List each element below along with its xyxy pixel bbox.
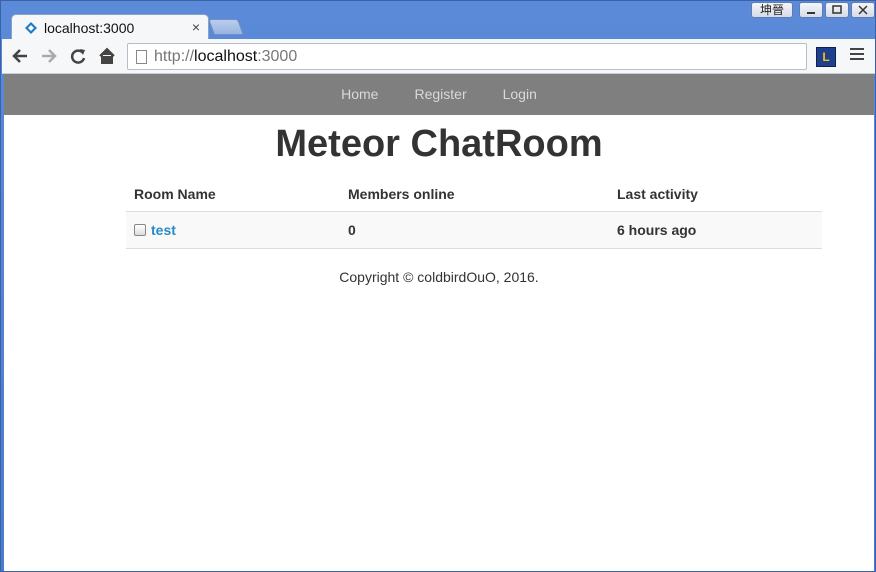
nav-register-link[interactable]: Register — [396, 74, 484, 115]
url-host: localhost — [194, 48, 258, 65]
back-arrow-icon[interactable] — [10, 46, 30, 66]
last-activity-cell: 6 hours ago — [617, 222, 697, 238]
site-navbar: Home Register Login — [4, 74, 874, 115]
nav-home-link[interactable]: Home — [323, 74, 396, 115]
hamburger-menu-icon[interactable] — [850, 48, 864, 62]
browser-toolbar: http://localhost:3000 L — [2, 39, 875, 74]
nav-login-link[interactable]: Login — [485, 74, 555, 115]
close-icon — [858, 5, 868, 15]
address-bar[interactable]: http://localhost:3000 — [127, 43, 807, 70]
url-text: http://localhost:3000 — [154, 48, 297, 66]
table-row: test 0 6 hours ago — [126, 212, 822, 249]
tab-title: localhost:3000 — [44, 20, 135, 36]
browser-window: 坤晉 localhost:3000 × http://localhost:300… — [0, 0, 876, 572]
table-header: Room Name Members online Last activity — [126, 176, 822, 212]
maximize-button[interactable] — [825, 2, 849, 18]
page-viewport: Home Register Login Meteor ChatRoom Room… — [4, 74, 874, 571]
tab-close-icon[interactable]: × — [192, 19, 200, 35]
minimize-icon — [807, 12, 815, 14]
forward-arrow-icon[interactable] — [39, 46, 59, 66]
url-port: :3000 — [257, 48, 298, 65]
header-room-name: Room Name — [134, 185, 216, 202]
room-link[interactable]: test — [151, 222, 176, 238]
reload-icon[interactable] — [68, 46, 88, 66]
extension-icon[interactable]: L — [816, 47, 836, 67]
rooms-table: Room Name Members online Last activity t… — [126, 176, 822, 249]
home-icon[interactable] — [97, 46, 117, 66]
copyright-footer: Copyright © coldbirdOuO, 2016. — [339, 269, 539, 285]
room-name-cell: test — [126, 222, 340, 238]
maximize-icon — [832, 5, 842, 14]
header-last-activity: Last activity — [617, 185, 698, 202]
browser-tab[interactable]: localhost:3000 × — [11, 14, 209, 40]
room-checkbox[interactable] — [134, 224, 146, 236]
minimize-button[interactable] — [799, 2, 823, 18]
url-scheme: http:// — [154, 48, 195, 65]
meteor-favicon-icon — [25, 22, 37, 34]
members-online-cell: 0 — [348, 222, 356, 238]
header-members-online: Members online — [348, 185, 455, 202]
page-icon — [136, 50, 147, 64]
page-title: Meteor ChatRoom — [275, 123, 603, 165]
close-window-button[interactable] — [851, 2, 875, 18]
user-profile-badge[interactable]: 坤晉 — [751, 2, 793, 18]
new-tab-button[interactable] — [208, 19, 244, 35]
